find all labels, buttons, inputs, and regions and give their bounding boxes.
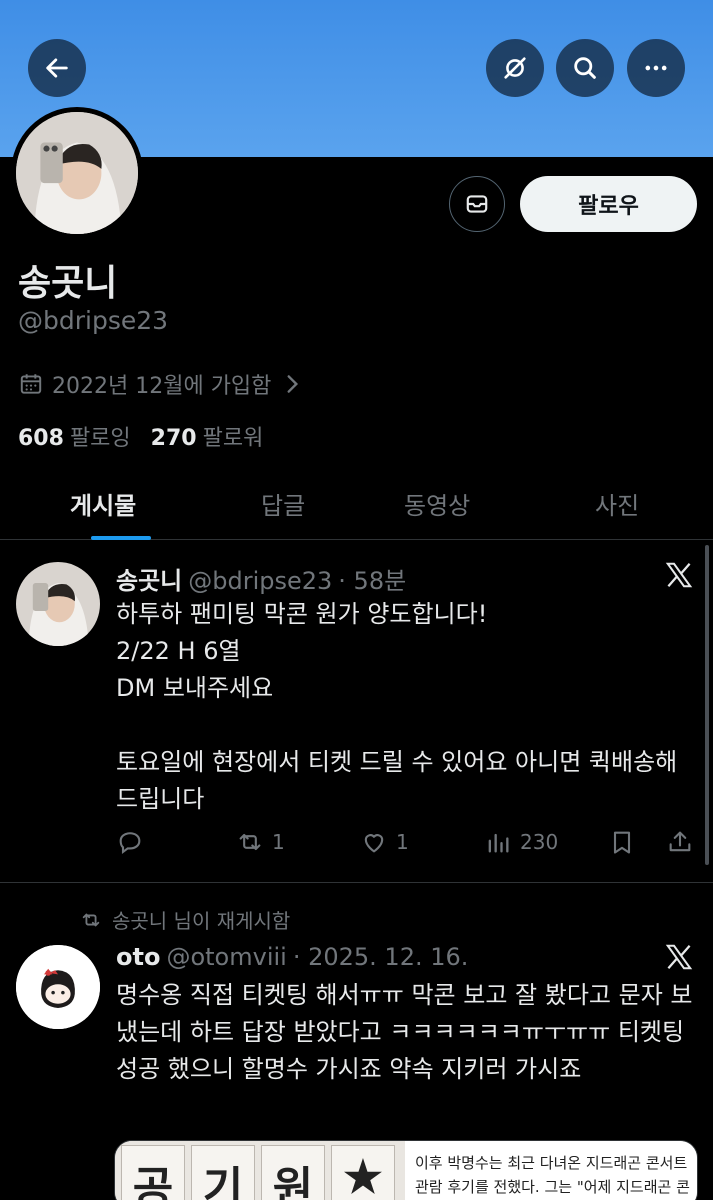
tab-videos[interactable]: 동영상	[404, 486, 470, 521]
arrow-left-icon	[46, 58, 68, 78]
joined-date[interactable]: 2022년 12월에 가입함	[18, 368, 305, 400]
post-author-name[interactable]: oto	[116, 943, 160, 971]
reply-button[interactable]	[116, 828, 144, 856]
message-button[interactable]	[449, 176, 505, 232]
scrollbar[interactable]	[705, 545, 709, 865]
view-count: 230	[520, 830, 559, 854]
more-button[interactable]	[627, 39, 685, 97]
media-photo: 공 기 원 ★	[115, 1141, 405, 1200]
views-button[interactable]: 230	[484, 828, 558, 856]
post-time[interactable]: · 58분	[338, 567, 406, 595]
repost-label: 송곳니 님이 재게시함	[112, 909, 291, 933]
post-avatar[interactable]	[16, 945, 100, 1029]
tab-photos[interactable]: 사진	[595, 486, 639, 521]
post-divider	[0, 882, 713, 883]
media-char: 기	[191, 1145, 255, 1200]
media-article-text: 이후 박명수는 최근 다녀온 지드래곤 콘서트 관람 후기를 전했다. 그는 "…	[407, 1141, 697, 1200]
post-header: oto @otomviii · 2025. 12. 16.	[116, 943, 468, 971]
post-author-handle[interactable]: @otomviii	[166, 943, 286, 971]
ellipsis-icon	[645, 65, 667, 71]
retweet-icon	[239, 833, 261, 851]
media-char: ★	[331, 1145, 395, 1200]
avatar-photo	[16, 112, 138, 234]
post-text: 명수옹 직접 티켓팅 해서ㅠㅠ 막콘 보고 잘 봤다고 문자 보냈는데 하트 답…	[116, 981, 693, 1083]
post-author-name[interactable]: 송곳니	[116, 567, 182, 595]
post-header: 송곳니 @bdripse23 · 58분	[116, 561, 406, 596]
heart-icon	[364, 834, 384, 853]
repost-indicator[interactable]: 송곳니 님이 재게시함	[80, 905, 290, 934]
x-logo-icon	[665, 562, 693, 588]
post-text: 하투하 팬미팅 막콘 원가 양도합니다! 2/22 H 6열 DM 보내주세요 …	[116, 600, 678, 813]
retweet-button[interactable]: 1	[236, 828, 285, 856]
media-char: 공	[121, 1145, 185, 1200]
post-avatar[interactable]	[16, 562, 100, 646]
back-button[interactable]	[28, 39, 86, 97]
follow-counts: 608 팔로잉 270 팔로워	[18, 420, 263, 452]
following-count: 608	[18, 426, 64, 451]
retweet-count: 1	[272, 830, 285, 854]
post-actions: 1 1 230	[116, 828, 700, 864]
share-button[interactable]	[666, 828, 694, 856]
active-tab-indicator	[91, 536, 151, 540]
chevron-right-icon	[287, 375, 299, 393]
profile-tabs: 게시물 답글 동영상 사진	[0, 470, 713, 540]
hide-button[interactable]	[486, 39, 544, 97]
eye-slash-icon	[504, 57, 526, 79]
avatar-illustration	[16, 945, 100, 1029]
following-link[interactable]: 608 팔로잉	[18, 420, 131, 452]
envelope-icon	[466, 195, 488, 213]
x-logo-icon	[665, 944, 693, 970]
profile-avatar[interactable]	[11, 107, 143, 239]
post-media[interactable]: 공 기 원 ★ 이후 박명수는 최근 다녀온 지드래곤 콘서트 관람 후기를 전…	[114, 1140, 698, 1200]
share-icon	[669, 831, 691, 852]
tab-replies[interactable]: 답글	[261, 486, 305, 521]
retweet-icon	[82, 913, 100, 926]
followers-count: 270	[150, 426, 197, 451]
followers-label: 팔로워	[202, 426, 264, 451]
post-author-handle[interactable]: @bdripse23	[188, 567, 332, 595]
search-button[interactable]	[556, 39, 614, 97]
bar-chart-icon	[488, 833, 509, 853]
bookmark-icon	[613, 831, 631, 854]
follow-button[interactable]: 팔로우	[520, 176, 697, 232]
profile-name: 송곳니	[18, 263, 118, 304]
like-count: 1	[396, 830, 409, 854]
followers-link[interactable]: 270 팔로워	[151, 420, 264, 452]
media-char: 원	[261, 1145, 325, 1200]
search-icon	[574, 57, 596, 79]
calendar-icon	[20, 374, 42, 394]
tab-posts[interactable]: 게시물	[70, 486, 136, 521]
following-label: 팔로잉	[69, 426, 131, 451]
like-button[interactable]: 1	[360, 828, 409, 856]
joined-label: 2022년 12월에 가입함	[52, 374, 272, 399]
reply-icon	[119, 832, 141, 855]
bookmark-button[interactable]	[608, 828, 636, 856]
profile-handle: @bdripse23	[18, 306, 169, 335]
post-time[interactable]: · 2025. 12. 16.	[293, 943, 469, 971]
avatar-photo	[16, 562, 100, 646]
